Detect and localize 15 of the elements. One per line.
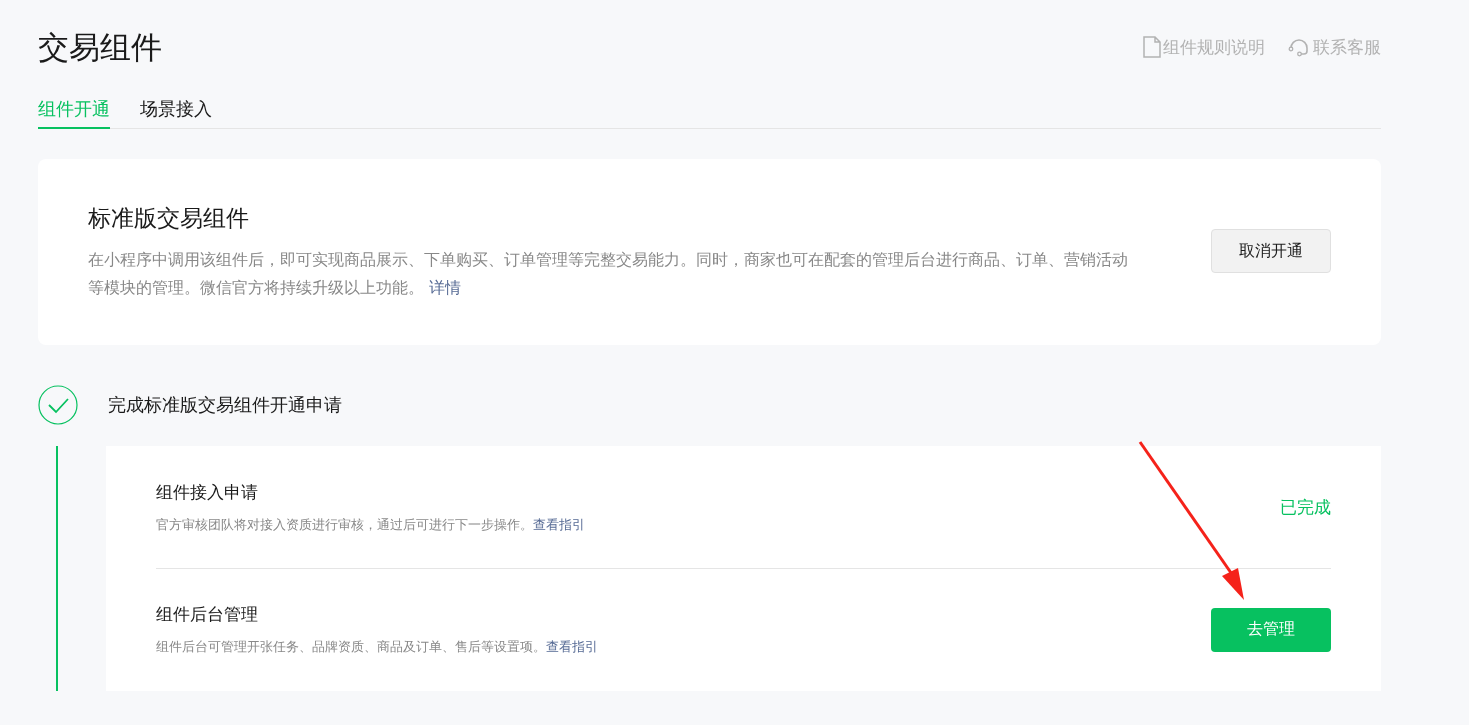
card-description: 在小程序中调用该组件后，即可实现商品展示、下单购买、订单管理等完整交易能力。同时，商家也可在配套的管理后台进行商品、订单、营销活动等模块的管理。微信官方将持续升级以上功能。 详情 — [88, 249, 1129, 299]
item-title: 组件后台管理 — [156, 603, 259, 626]
cancel-button[interactable]: 取消开通 — [1211, 229, 1331, 273]
guide-link[interactable]: 查看指引 — [546, 639, 598, 654]
step-title: 完成标准版交易组件开通申请 — [108, 393, 342, 417]
card-title: 标准版交易组件 — [88, 204, 250, 233]
document-icon — [1143, 36, 1161, 58]
item-description: 组件后台可管理开张任务、品牌资质、商品及订单、售后等设置项。查看指引 — [156, 638, 598, 656]
item-title: 组件接入申请 — [156, 480, 259, 504]
guide-link[interactable]: 查看指引 — [533, 516, 585, 532]
completed-status: 已完成 — [1280, 495, 1331, 519]
page-title: 交易组件 — [38, 28, 162, 67]
details-link[interactable]: 详情 — [429, 278, 462, 297]
item-description: 官方审核团队将对接入资质进行审核，通过后可进行下一步操作。查看指引 — [156, 515, 585, 534]
tab[interactable]: 场景接入 — [140, 97, 212, 129]
